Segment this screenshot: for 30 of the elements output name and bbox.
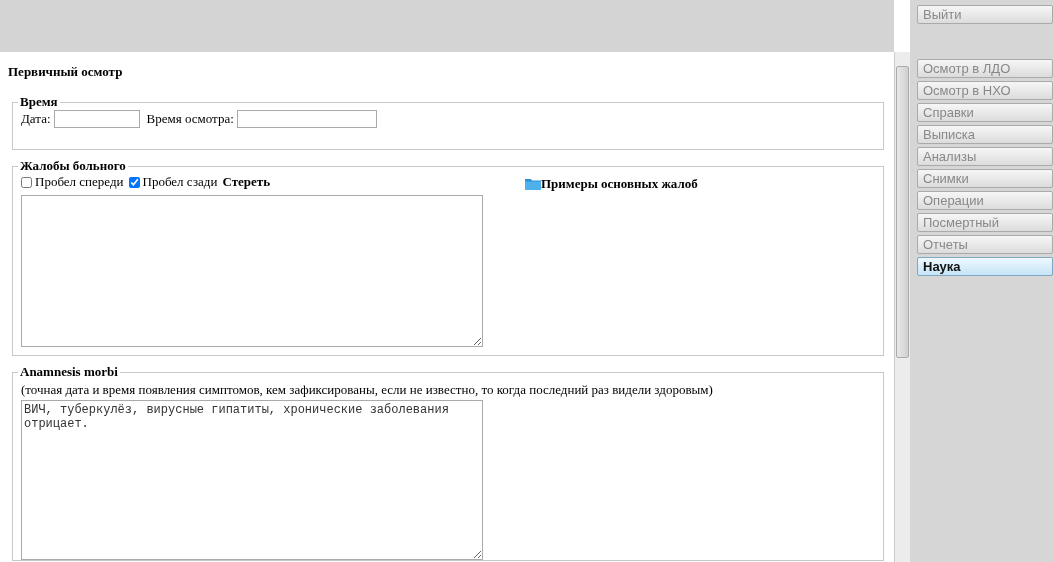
time-field[interactable]	[236, 110, 377, 128]
checkbox[interactable]	[21, 176, 32, 188]
complaints-field[interactable]	[21, 195, 483, 347]
nav-button[interactable]: Операции	[917, 191, 1053, 210]
nav-button[interactable]: Анализы	[917, 147, 1053, 166]
clear-link[interactable]: Стереть	[222, 174, 271, 190]
hint-text: (точная дата и время появления симптомов, кем зафиксированы, если не известно, то когда последний раз видели здоровым)	[21, 382, 714, 398]
logout-button[interactable]: Выйти	[917, 5, 1053, 24]
folder-icon	[525, 177, 541, 190]
checkbox-label: Пробел спереди	[35, 174, 124, 190]
anamnesis-field[interactable]: ВИЧ, туберкулёз, вирусные гипатиты, хронические заболевания отрицает.	[21, 400, 483, 560]
date-label: Дата:	[21, 111, 51, 127]
page-title: Первичный осмотр	[8, 64, 124, 80]
checkbox[interactable]	[128, 176, 140, 188]
examples-link[interactable]: Примеры основных жалоб	[541, 175, 698, 192]
date-field[interactable]	[53, 110, 140, 128]
scrollbar[interactable]	[894, 52, 910, 562]
section-legend: Anamnesis morbi	[18, 364, 120, 380]
section-legend: Жалобы больного	[18, 158, 128, 174]
nav-button[interactable]: Осмотр в НХО	[917, 81, 1053, 100]
nav-button[interactable]: Наука	[917, 257, 1053, 276]
nav-button[interactable]: Отчеты	[917, 235, 1053, 254]
nav-button[interactable]: Посмертный	[917, 213, 1053, 232]
nav-button[interactable]: Справки	[917, 103, 1053, 122]
nav-button[interactable]: Осмотр в ЛДО	[917, 59, 1053, 78]
section-legend: Время	[18, 94, 60, 110]
nav-button[interactable]: Выписка	[917, 125, 1053, 144]
checkbox-label: Пробел сзади	[142, 174, 218, 190]
nav-button[interactable]: Снимки	[917, 169, 1053, 188]
time-label: Время осмотра:	[146, 111, 234, 127]
